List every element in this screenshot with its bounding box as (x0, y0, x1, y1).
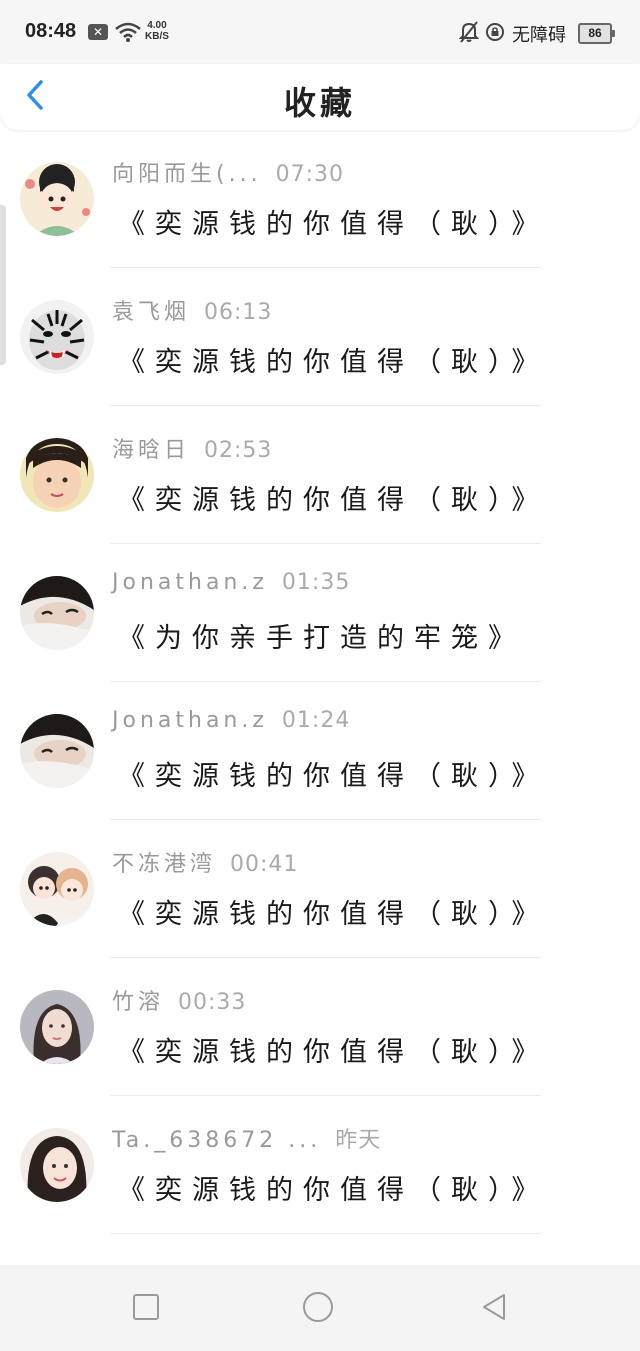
back-triangle-icon[interactable] (478, 1291, 510, 1323)
avatar[interactable] (20, 300, 94, 374)
speed-unit: KB/S (145, 31, 169, 42)
page-title: 收藏 (283, 84, 356, 122)
sent-time: 02:53 (204, 438, 273, 463)
woman-photo-avatar-icon (20, 1128, 94, 1202)
message-text: 《奕源钱的你值得（耿）》 (118, 1175, 549, 1206)
sender-name: Jonathan.z (112, 708, 268, 733)
list-item[interactable]: Ta._638672 ... 昨天 《奕源钱的你值得（耿）》 (0, 1096, 640, 1234)
status-bar: 08:48 ✕ 4.00 KB/S 无障碍 86 (0, 0, 640, 64)
item-meta: Ta._638672 ... 昨天 (112, 1122, 381, 1154)
sender-name: 海晗日 (112, 438, 191, 463)
list-item[interactable]: 袁飞烟 06:13 《奕源钱的你值得（耿）》 (0, 268, 640, 406)
list-item[interactable]: 向阳而生(... 07:30 《奕源钱的你值得（耿）》 (0, 130, 640, 268)
sender-name: 不冻港湾 (112, 852, 217, 877)
avatar[interactable] (20, 852, 94, 926)
status-time: 08:48 (25, 20, 77, 42)
list-item[interactable]: 不冻港湾 00:41 《奕源钱的你值得（耿）》 (0, 820, 640, 958)
avatar[interactable] (20, 162, 94, 236)
cartoon-avatar-icon (20, 162, 94, 236)
message-text: 《奕源钱的你值得（耿）》 (118, 1037, 549, 1068)
sender-name: Jonathan.z (112, 570, 268, 595)
list-item[interactable]: Jonathan.z 01:24 《奕源钱的你值得（耿）》 (0, 682, 640, 820)
notification-x-icon: ✕ (88, 24, 108, 40)
list-item[interactable]: 竹溶 00:33 《奕源钱的你值得（耿）》 (0, 958, 640, 1096)
sender-name: Ta._638672 ... (112, 1128, 322, 1153)
wifi-icon (115, 22, 141, 42)
item-meta: Jonathan.z 01:24 (112, 708, 350, 733)
person-photo-avatar-icon (20, 714, 94, 788)
message-text: 《奕源钱的你值得（耿）》 (118, 485, 549, 516)
home-circle-icon[interactable] (302, 1291, 334, 1323)
avatar[interactable] (20, 438, 94, 512)
sent-time: 昨天 (335, 1128, 382, 1153)
list-item[interactable]: Jonathan.z 01:35 《为你亲手打造的牢笼》 (0, 544, 640, 682)
sender-name: 袁飞烟 (112, 300, 191, 325)
item-meta: 竹溶 00:33 (112, 984, 246, 1016)
message-text: 《奕源钱的你值得（耿）》 (118, 209, 549, 240)
list-item[interactable]: 海晗日 02:53 《奕源钱的你值得（耿）》 (0, 406, 640, 544)
message-text: 《奕源钱的你值得（耿）》 (118, 899, 549, 930)
sent-time: 01:24 (281, 708, 351, 733)
speed-value: 4.00 (147, 20, 167, 31)
girl-photo-avatar-icon (20, 438, 94, 512)
page-header: 收藏 (0, 64, 640, 130)
mute-bell-icon (459, 21, 479, 43)
woman-photo-avatar-icon (20, 990, 94, 1064)
system-nav-bar (0, 1265, 640, 1351)
sent-time: 06:13 (204, 300, 273, 325)
divider (110, 1233, 540, 1234)
sent-time: 00:41 (230, 852, 299, 877)
avatar[interactable] (20, 990, 94, 1064)
rotation-lock-icon (486, 23, 504, 41)
sender-name: 向阳而生(... (112, 162, 262, 187)
favorites-list: 向阳而生(... 07:30 《奕源钱的你值得（耿）》 袁飞烟 06:13 《奕源钱… (0, 130, 640, 1234)
item-meta: 袁飞烟 06:13 (112, 294, 272, 326)
sender-name: 竹溶 (112, 990, 165, 1015)
sent-time: 00:33 (178, 990, 247, 1015)
accessibility-label: 无障碍 (512, 25, 566, 46)
message-text: 《奕源钱的你值得（耿）》 (118, 347, 549, 378)
sent-time: 07:30 (275, 162, 344, 187)
avatar[interactable] (20, 576, 94, 650)
recent-apps-square-icon[interactable] (130, 1291, 162, 1323)
item-meta: Jonathan.z 01:35 (112, 570, 350, 595)
avatar[interactable] (20, 1128, 94, 1202)
tiger-avatar-icon (20, 300, 94, 374)
item-meta: 海晗日 02:53 (112, 432, 272, 464)
network-speed: 4.00 KB/S (145, 20, 169, 42)
couple-cartoon-avatar-icon (20, 852, 94, 926)
item-meta: 向阳而生(... 07:30 (112, 156, 344, 188)
person-photo-avatar-icon (20, 576, 94, 650)
sent-time: 01:35 (281, 570, 351, 595)
item-meta: 不冻港湾 00:41 (112, 846, 298, 878)
battery-indicator: 86 (578, 23, 615, 44)
message-text: 《奕源钱的你值得（耿）》 (118, 761, 549, 792)
avatar[interactable] (20, 714, 94, 788)
message-text: 《为你亲手打造的牢笼》 (118, 623, 525, 654)
